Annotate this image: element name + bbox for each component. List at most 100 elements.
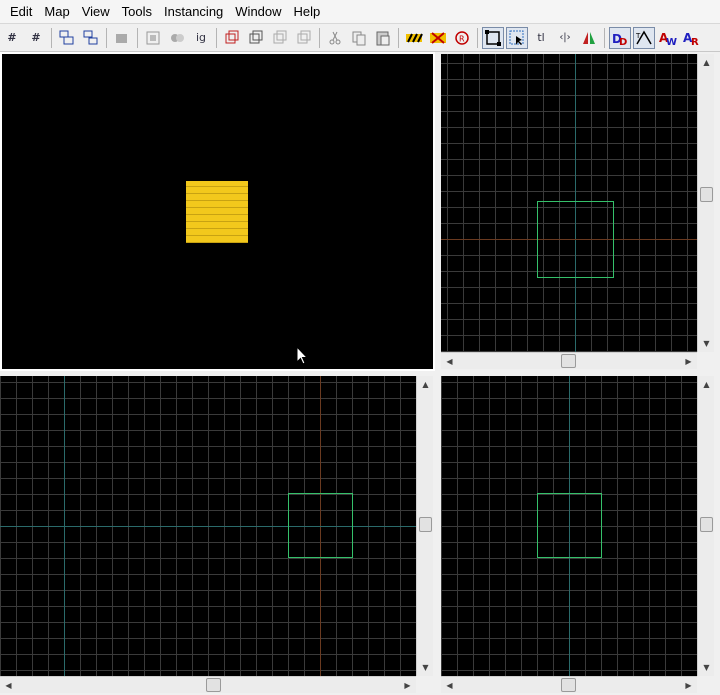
toolbar-separator	[319, 27, 320, 48]
clip-button[interactable]	[269, 27, 291, 49]
menu-window[interactable]: Window	[229, 0, 287, 24]
menu-help[interactable]: Help	[288, 0, 327, 24]
scroll-right-icon[interactable]: ▶	[680, 677, 697, 694]
display-models-button[interactable]: DD	[609, 26, 631, 49]
top-viewport[interactable]	[441, 54, 697, 352]
dd-icon: DD	[612, 32, 627, 47]
display-helpers-button[interactable]: T	[633, 26, 655, 49]
front-viewport-vscroll[interactable]: ▲ ▼	[416, 376, 433, 676]
front-viewport[interactable]	[0, 376, 416, 676]
menu-help-label: Help	[293, 3, 321, 19]
hide-selected-button[interactable]	[142, 27, 164, 49]
scroll-right-icon[interactable]: ▶	[680, 353, 697, 370]
flip-button[interactable]	[578, 27, 600, 49]
scissors-icon	[329, 31, 341, 44]
svg-text:D: D	[619, 37, 627, 47]
side-viewport[interactable]	[441, 376, 697, 676]
camera-viewport[interactable]	[0, 54, 433, 369]
front-grid	[0, 376, 416, 676]
scroll-left-icon[interactable]: ◀	[441, 677, 458, 694]
helpers-icon: T	[635, 30, 652, 44]
paste-button[interactable]	[372, 27, 394, 49]
svg-text:W: W	[666, 37, 677, 47]
main-toolbar: # # ig R tl ‹|› D D T A W A R	[0, 24, 720, 52]
scroll-up-icon[interactable]: ▲	[698, 54, 715, 71]
side-vscroll-thumb[interactable]	[700, 517, 713, 532]
side-hscroll-thumb[interactable]	[561, 678, 576, 692]
menu-view[interactable]: View	[76, 0, 116, 24]
scroll-down-icon[interactable]: ▼	[698, 335, 715, 352]
horizontal-splitter[interactable]	[0, 369, 720, 376]
scroll-left-icon[interactable]: ◀	[0, 677, 17, 694]
svg-text:R: R	[459, 34, 465, 43]
scroll-up-icon[interactable]: ▲	[698, 376, 715, 393]
menu-map-label: Map	[44, 3, 70, 19]
r-icon: AR	[683, 31, 699, 47]
menu-tools-label: Tools	[121, 3, 153, 19]
select-arrow-icon	[509, 30, 524, 45]
toolbar-separator	[106, 27, 107, 48]
radius-culling-button[interactable]: R	[451, 27, 473, 49]
hide-selected-icon	[146, 31, 160, 44]
group-button[interactable]	[56, 27, 78, 49]
scroll-up-icon[interactable]: ▲	[417, 376, 434, 393]
menu-view-label: View	[81, 3, 110, 19]
toggle-texture-lock-button[interactable]	[403, 27, 425, 49]
texture-lock-label: tl	[537, 31, 545, 44]
top-vscroll-thumb[interactable]	[700, 187, 713, 202]
visgroups-icon	[171, 33, 184, 42]
svg-text:T: T	[635, 32, 641, 40]
texture-lock-button[interactable]: tl	[530, 27, 552, 49]
autovisgroups-w-button[interactable]: AW	[657, 27, 679, 49]
toolbar-separator	[51, 27, 52, 48]
scroll-down-icon[interactable]: ▼	[698, 659, 715, 676]
group-icon	[59, 30, 74, 44]
menu-edit-label: Edit	[10, 3, 33, 19]
radius-icon: R	[455, 30, 469, 45]
grid-density-button[interactable]: #	[25, 27, 47, 49]
scroll-right-icon[interactable]: ▶	[399, 677, 416, 694]
scroll-down-icon[interactable]: ▼	[417, 659, 434, 676]
side-grid	[441, 376, 697, 676]
hide-icon	[116, 33, 127, 43]
carve-button[interactable]	[221, 27, 243, 49]
vertex-button[interactable]	[293, 27, 315, 49]
top-hscroll-thumb[interactable]	[561, 354, 576, 368]
carve-icon	[225, 30, 239, 43]
menu-edit[interactable]: Edit	[4, 0, 38, 24]
flip-icon	[583, 31, 595, 44]
ungroup-button[interactable]	[80, 27, 102, 49]
menu-window-label: Window	[235, 3, 282, 19]
hollow-button[interactable]	[245, 27, 267, 49]
scroll-left-icon[interactable]: ◀	[441, 353, 458, 370]
grid-toggle-button[interactable]: #	[1, 27, 23, 49]
cut-button[interactable]	[324, 27, 346, 49]
w-icon: AW	[659, 31, 677, 47]
select-objects-button[interactable]	[506, 26, 528, 49]
toolbar-separator	[604, 27, 605, 48]
copy-button[interactable]	[348, 27, 370, 49]
autovisgroups-r-button[interactable]: AR	[681, 27, 703, 49]
select-tool-button[interactable]	[482, 26, 504, 49]
hazard-cross-icon	[430, 31, 446, 44]
flip-arrows-icon: ‹|›	[559, 32, 571, 43]
hide-button[interactable]	[111, 27, 133, 49]
top-viewport-hscroll[interactable]: ◀ ▶	[441, 352, 697, 369]
visgroups-button[interactable]	[166, 27, 188, 49]
front-viewport-hscroll[interactable]: ◀ ▶	[0, 676, 416, 693]
ignore-groups-label: ig	[195, 31, 207, 44]
front-vscroll-thumb[interactable]	[419, 517, 432, 532]
textured-brush[interactable]	[186, 181, 248, 243]
side-viewport-vscroll[interactable]: ▲ ▼	[697, 376, 714, 676]
side-viewport-hscroll[interactable]: ◀ ▶	[441, 676, 697, 693]
toggle-texture-scale-button[interactable]	[427, 27, 449, 49]
menu-map[interactable]: Map	[38, 0, 75, 24]
front-hscroll-thumb[interactable]	[206, 678, 221, 692]
paste-icon	[376, 31, 390, 45]
ignore-groups-button[interactable]: ig	[190, 27, 212, 49]
top-viewport-vscroll[interactable]: ▲ ▼	[697, 54, 714, 352]
toolbar-separator	[477, 27, 478, 48]
alt-flip-button[interactable]: ‹|›	[554, 27, 576, 49]
menu-tools[interactable]: Tools	[116, 0, 158, 24]
menu-instancing[interactable]: Instancing	[158, 0, 229, 24]
